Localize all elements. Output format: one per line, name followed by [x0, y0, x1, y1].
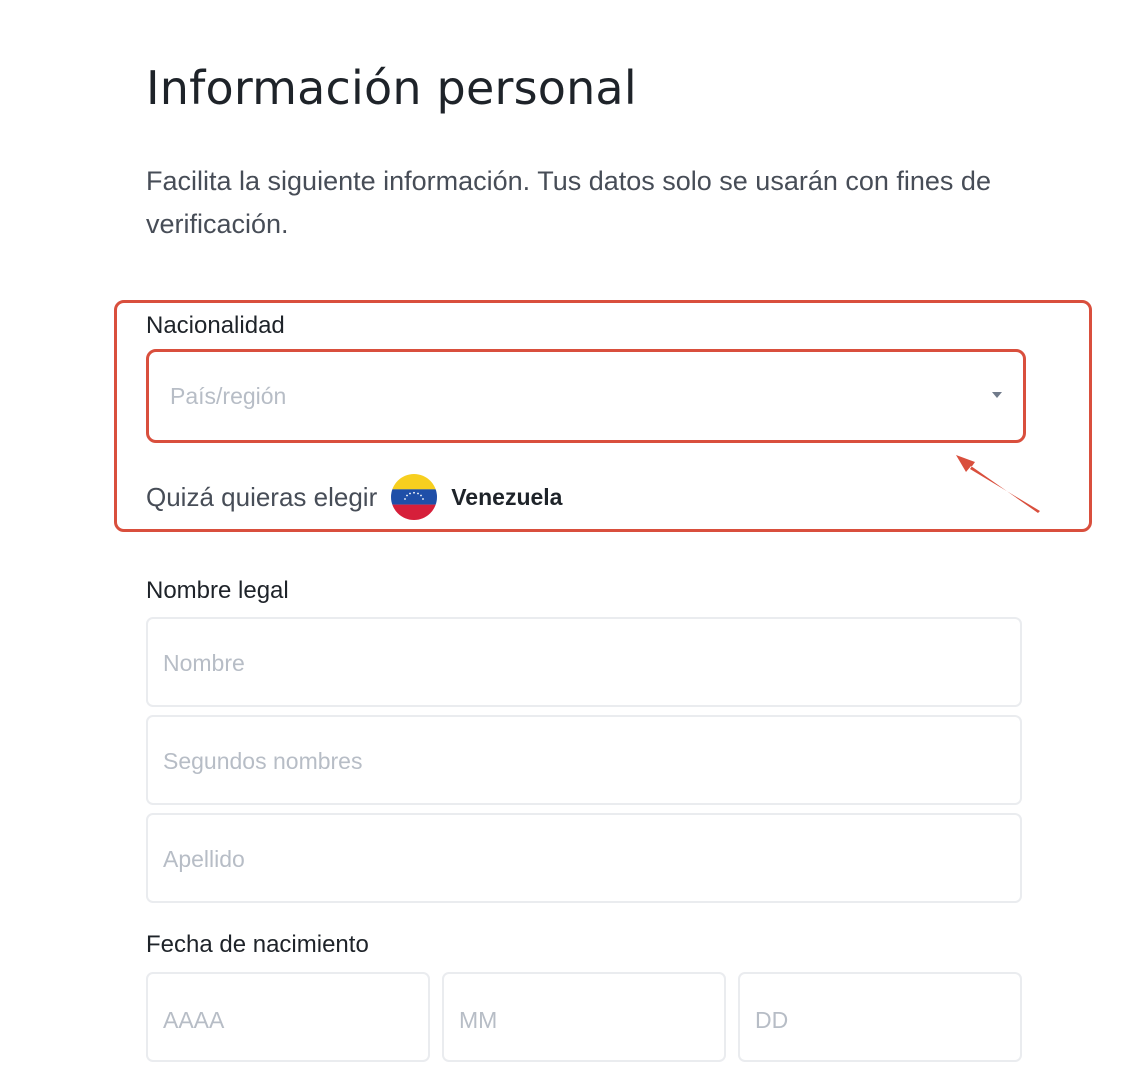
middle-name-placeholder: Segundos nombres: [163, 748, 363, 774]
caret-down-icon: [992, 392, 1002, 398]
page-subtitle: Facilita la siguiente información. Tus d…: [146, 166, 991, 239]
birth-month-placeholder: MM: [459, 1007, 498, 1033]
birth-year-input[interactable]: AAAA: [146, 972, 430, 1062]
nationality-suggestion: Quizá quieras elegir Venezuela: [146, 474, 562, 520]
annotation-arrow-icon: [956, 455, 1040, 513]
birth-month-input[interactable]: MM: [442, 972, 726, 1062]
birth-date-label: Fecha de nacimiento: [146, 931, 369, 958]
page-title: Información personal: [146, 61, 637, 115]
venezuela-flag-icon: [391, 474, 438, 520]
first-name-input[interactable]: Nombre: [146, 617, 1022, 707]
country-select-placeholder: País/región: [170, 383, 287, 409]
first-name-placeholder: Nombre: [163, 650, 245, 676]
legal-name-label: Nombre legal: [146, 577, 289, 604]
middle-name-input[interactable]: Segundos nombres: [146, 715, 1022, 805]
birth-day-placeholder: DD: [755, 1007, 789, 1033]
suggestion-text: Quizá quieras elegir: [146, 482, 378, 512]
nationality-label: Nacionalidad: [146, 312, 285, 339]
birth-day-input[interactable]: DD: [738, 972, 1022, 1062]
suggested-country-link[interactable]: Venezuela: [451, 484, 562, 511]
birth-year-placeholder: AAAA: [163, 1007, 225, 1033]
last-name-placeholder: Apellido: [163, 846, 245, 872]
last-name-input[interactable]: Apellido: [146, 813, 1022, 903]
country-select[interactable]: País/región: [152, 355, 1020, 437]
